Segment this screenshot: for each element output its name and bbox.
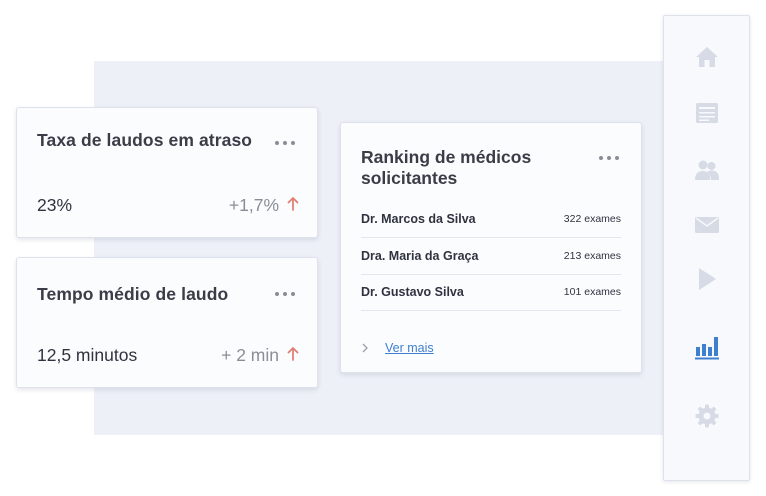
metric-value: 12,5 minutos — [37, 345, 138, 365]
doctor-name: Dr. Gustavo Silva — [361, 285, 464, 299]
metric-value: 23% — [37, 195, 73, 215]
avg-time-card: Tempo médio de laudo 12,5 minutos + 2 mi… — [16, 257, 318, 388]
ranking-row[interactable]: Dr. Marcos da Silva 322 exames — [361, 201, 621, 238]
card-title: Ranking de médicos solicitantes — [361, 147, 532, 188]
home-icon[interactable] — [695, 45, 719, 69]
arrow-up-icon — [287, 346, 299, 362]
document-icon[interactable] — [695, 101, 719, 125]
card-title: Taxa de laudos em atraso — [37, 130, 253, 150]
ranking-row[interactable]: Dr. Gustavo Silva 101 exames — [361, 274, 621, 311]
ranking-row[interactable]: Dra. Maria da Graça 213 exames — [361, 238, 621, 275]
chevron-right-icon — [362, 343, 368, 353]
play-icon[interactable] — [695, 267, 719, 291]
mail-icon[interactable] — [695, 213, 719, 237]
more-options-icon[interactable] — [275, 292, 295, 296]
exam-count: 101 exames — [563, 286, 621, 298]
ranking-card: Ranking de médicos solicitantes Dr. Marc… — [340, 122, 642, 373]
metric-change: +1,7% — [228, 195, 279, 215]
see-more-label[interactable]: Ver mais — [385, 341, 434, 355]
users-icon[interactable] — [695, 158, 719, 182]
exam-count: 322 exames — [563, 213, 621, 225]
arrow-up-icon — [287, 196, 299, 212]
card-title: Tempo médio de laudo — [37, 284, 229, 304]
doctor-name: Dra. Maria da Graça — [361, 249, 479, 263]
bar-chart-icon[interactable] — [695, 336, 719, 360]
late-reports-card: Taxa de laudos em atraso 23% +1,7% — [16, 107, 318, 238]
more-options-icon[interactable] — [599, 156, 619, 160]
see-more-link[interactable]: Ver mais — [361, 341, 434, 355]
more-options-icon[interactable] — [275, 141, 295, 145]
exam-count: 213 exames — [563, 250, 621, 262]
sidebar-nav — [663, 15, 750, 481]
metric-change: + 2 min — [221, 345, 279, 365]
doctor-name: Dr. Marcos da Silva — [361, 212, 476, 226]
gear-icon[interactable] — [695, 404, 719, 428]
